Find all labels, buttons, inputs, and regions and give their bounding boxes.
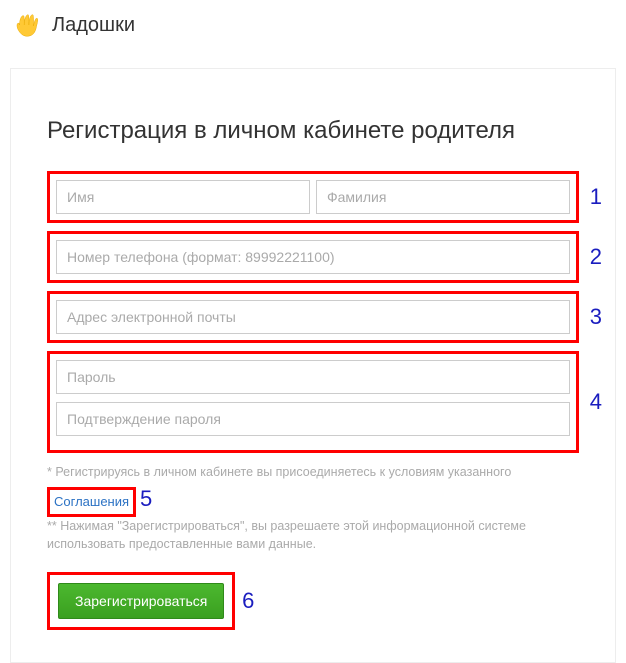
page-title: Регистрация в личном кабинете родителя (47, 117, 579, 145)
last-name-input[interactable] (316, 180, 570, 214)
annotation-5: 5 (140, 486, 152, 511)
annotation-3: 3 (590, 304, 602, 330)
phone-input[interactable] (56, 240, 570, 274)
submit-highlight: Зарегистрироваться 6 (47, 572, 235, 630)
password-input[interactable] (56, 360, 570, 394)
logo-text: Ладошки (52, 14, 135, 37)
register-button[interactable]: Зарегистрироваться (58, 583, 224, 619)
phone-group: 2 (47, 231, 579, 283)
registration-panel: Регистрация в личном кабинете родителя 1… (10, 68, 616, 663)
disclaimer-text: * Регистрируясь в личном кабинете вы при… (47, 463, 579, 554)
password-group: 4 (47, 351, 579, 453)
disclaimer-line1: * Регистрируясь в личном кабинете вы при… (47, 465, 511, 479)
email-group: 3 (47, 291, 579, 343)
password-confirm-input[interactable] (56, 402, 570, 436)
annotation-1: 1 (590, 184, 602, 210)
header: Ладошки (0, 0, 626, 58)
first-name-input[interactable] (56, 180, 310, 214)
annotation-4: 4 (590, 389, 602, 415)
annotation-6: 6 (242, 588, 254, 614)
agreement-link[interactable]: Соглашения (54, 494, 129, 509)
annotation-2: 2 (590, 244, 602, 270)
email-input[interactable] (56, 300, 570, 334)
hand-logo-icon (12, 10, 42, 40)
name-group: 1 (47, 171, 579, 223)
agreement-highlight: Соглашения (47, 487, 136, 517)
disclaimer-line2: ** Нажимая "Зарегистрироваться", вы разр… (47, 517, 579, 555)
